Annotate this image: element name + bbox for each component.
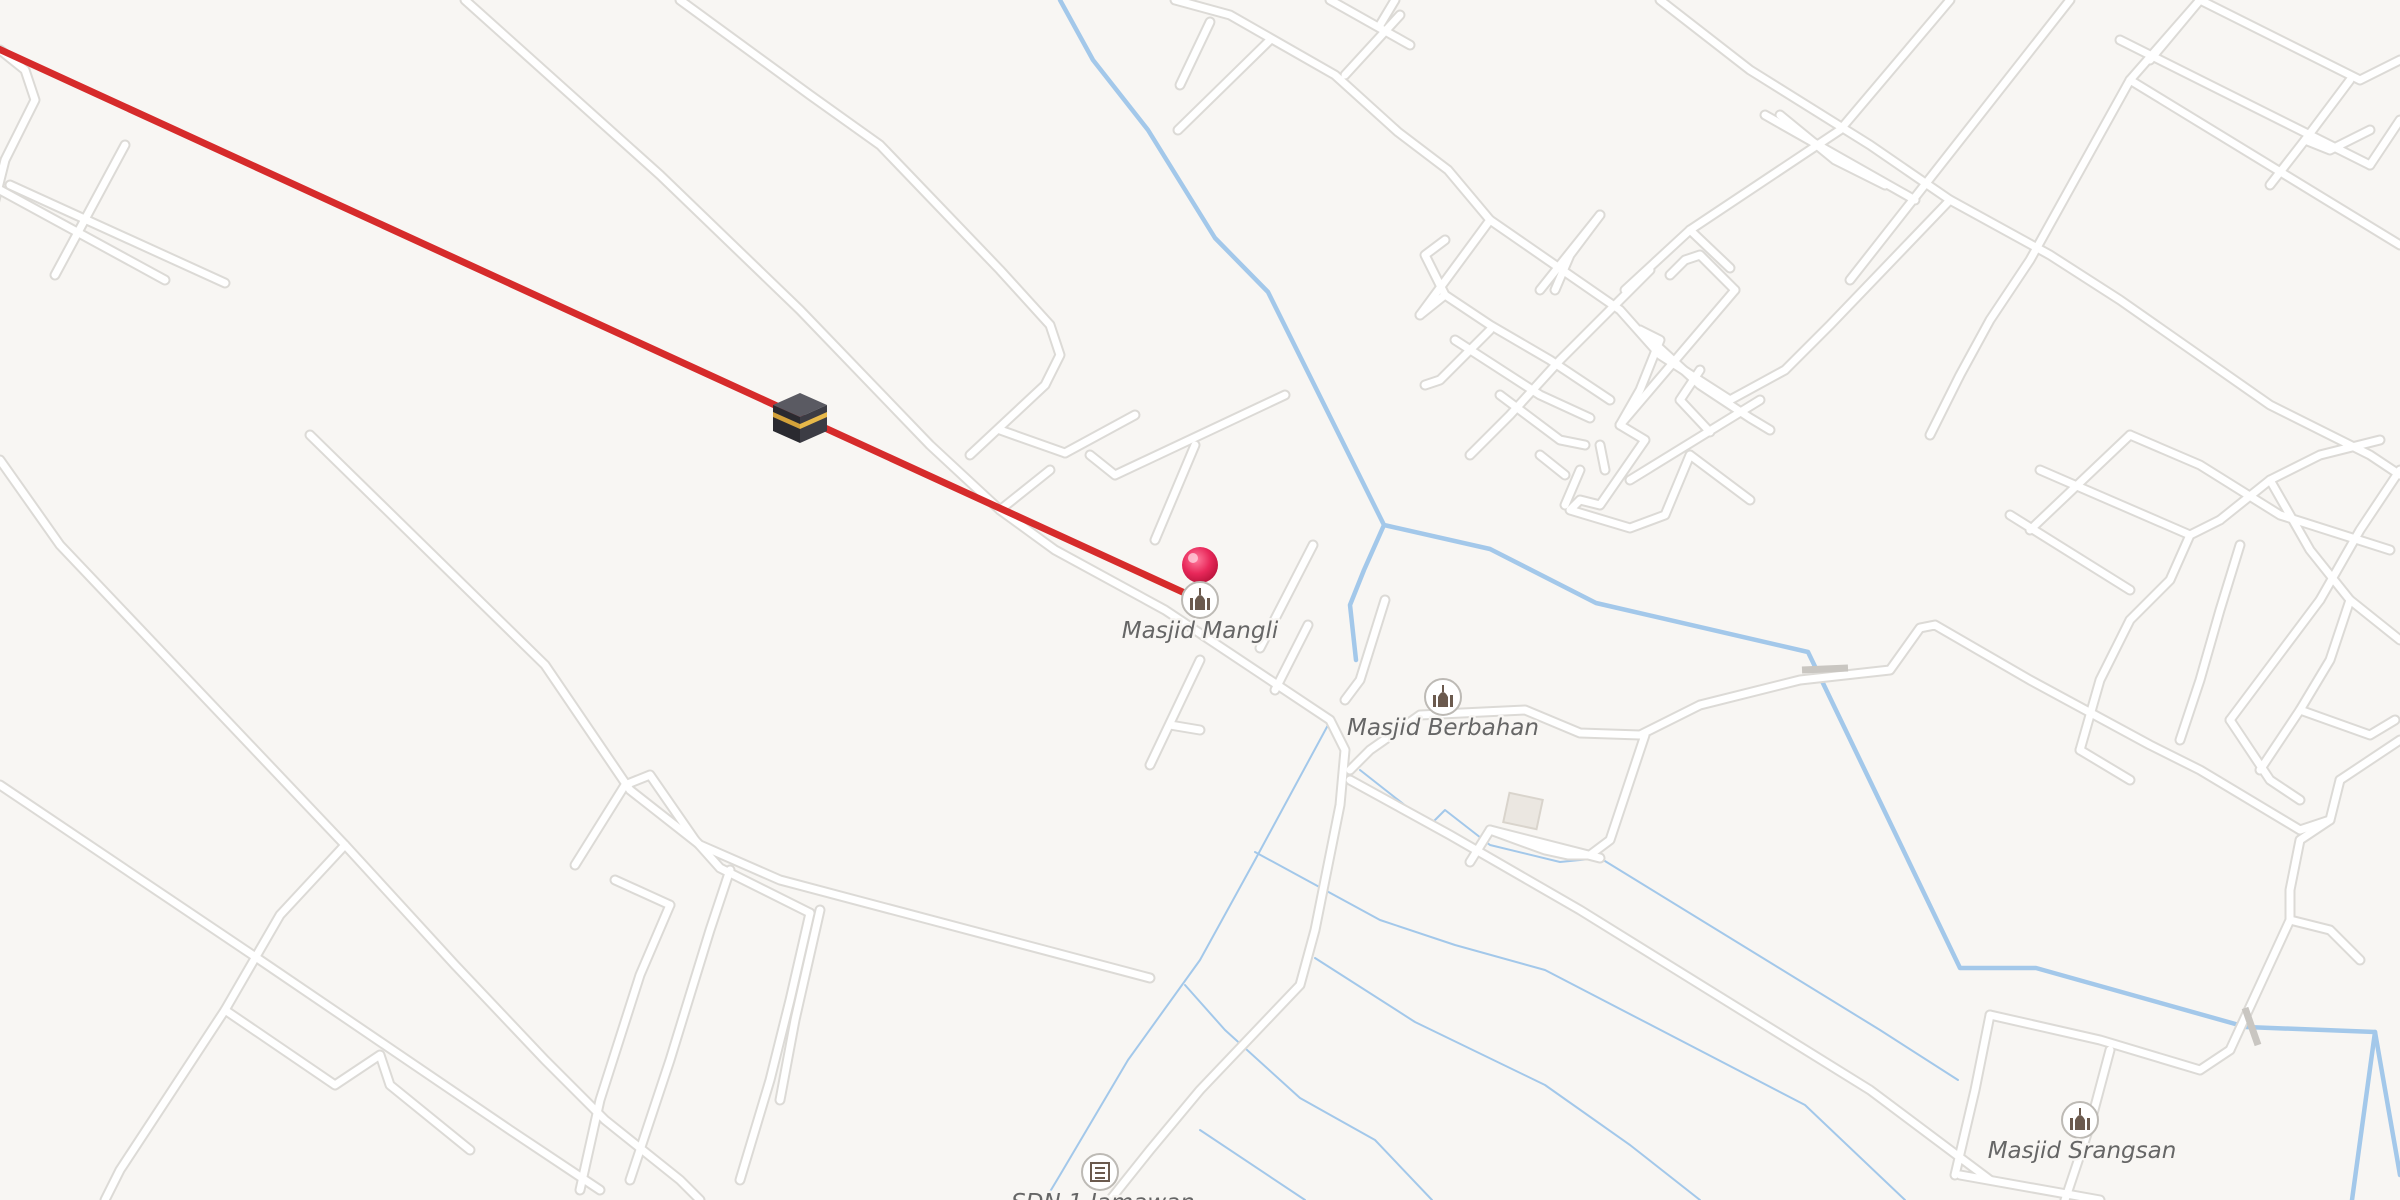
stream-2	[1359, 769, 1959, 1081]
road	[1596, 441, 1609, 474]
road-casing	[574, 899, 676, 1196]
road-casing	[1169, 0, 1496, 226]
road	[1146, 656, 1204, 769]
stream-6	[1199, 1129, 1306, 1200]
stream-4	[1314, 957, 1701, 1200]
road	[1346, 776, 1994, 1184]
road	[1171, 0, 1494, 224]
road	[996, 466, 1054, 514]
road	[736, 909, 814, 1184]
poi-label-sdn-1-jamawan[interactable]: SDN 1 Jamawan	[1009, 1188, 1198, 1200]
road	[1836, 0, 1954, 134]
mosque-icon[interactable]	[2061, 1101, 2099, 1139]
kaaba-icon[interactable]	[773, 393, 827, 443]
stream-5	[1184, 984, 1433, 1200]
mosque-icon[interactable]	[1424, 678, 1462, 716]
road	[1176, 18, 1214, 89]
road-casing	[99, 839, 351, 1200]
road	[6, 181, 229, 287]
road	[2286, 916, 2364, 964]
road	[2266, 76, 2354, 189]
road	[2076, 746, 2134, 784]
road	[1956, 1171, 2104, 1200]
poi-label-masjid-srangsan[interactable]: Masjid Srangsan	[1985, 1136, 2179, 1167]
road-casing	[1344, 774, 1996, 1186]
road	[2366, 116, 2400, 169]
road	[1061, 411, 1139, 457]
waterways	[1044, 0, 2400, 1200]
road	[1686, 126, 1844, 234]
road	[2006, 511, 2134, 594]
road	[626, 866, 734, 1184]
road	[996, 426, 1069, 457]
river-lower	[2349, 1029, 2378, 1200]
bridge-east	[1801, 664, 1849, 674]
road	[0, 781, 604, 1194]
road	[1271, 621, 1312, 694]
road	[1951, 1011, 1994, 1179]
road	[2036, 466, 2224, 539]
poi-label-masjid-mangli[interactable]: Masjid Mangli	[1119, 616, 1281, 647]
map-layer: Masjid Mangli Masjid Berbahan Masjid Sra…	[0, 0, 2400, 1200]
road	[2146, 0, 2204, 64]
road	[2026, 431, 2134, 534]
road	[1166, 721, 1204, 734]
road	[571, 781, 629, 869]
road	[611, 876, 674, 909]
road	[2196, 0, 2400, 84]
road-casing	[0, 44, 41, 203]
poi-label-masjid-berbahan[interactable]: Masjid Berbahan	[1345, 713, 1542, 744]
map-canvas[interactable]: Masjid Mangli Masjid Berbahan Masjid Sra…	[0, 0, 2400, 1200]
building	[1502, 791, 1544, 831]
road	[0, 186, 169, 284]
road	[2336, 736, 2400, 784]
mosque-icon[interactable]	[1181, 581, 1219, 619]
school-icon[interactable]	[1081, 1153, 1119, 1191]
